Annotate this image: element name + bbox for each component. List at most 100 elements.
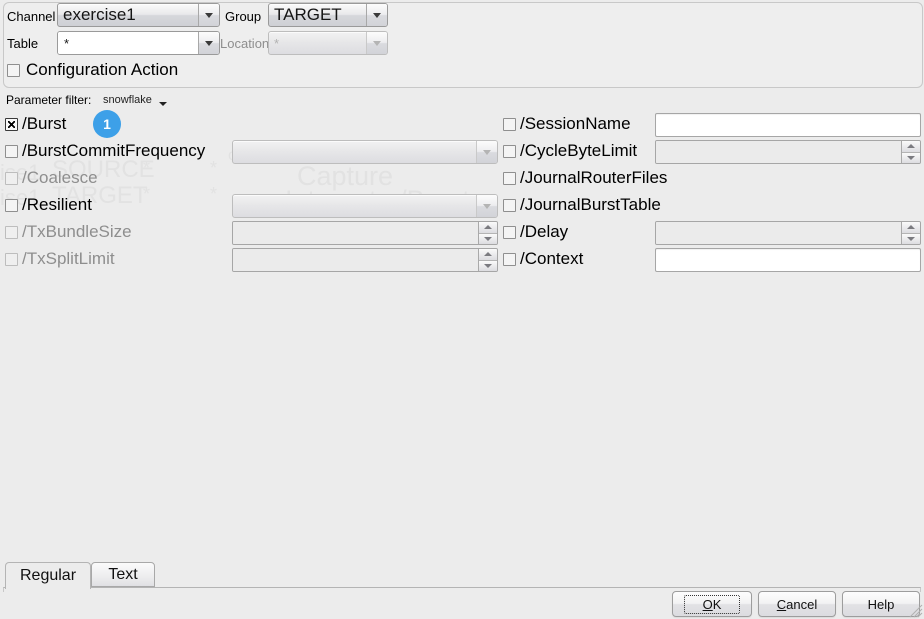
parameter-control <box>655 140 921 164</box>
channel-label: Channel <box>7 9 56 24</box>
parameter-label: /TxBundleSize <box>22 222 132 241</box>
table-combo[interactable]: * <box>57 31 220 55</box>
spinner-up-icon[interactable] <box>479 249 497 260</box>
group-combo[interactable]: TARGET <box>268 3 388 27</box>
parameter-spinner[interactable] <box>655 221 921 245</box>
parameter-text-field[interactable] <box>655 248 921 272</box>
parameter-combo <box>232 140 498 164</box>
spinner-up-icon[interactable] <box>902 141 920 152</box>
parameter-text-field[interactable] <box>655 113 921 137</box>
parameter-spinner-value[interactable] <box>656 222 901 244</box>
parameter-row: /TxBundleSize <box>0 220 498 247</box>
parameter-label: /JournalRouterFiles <box>520 168 668 187</box>
group-label: Group <box>225 9 262 24</box>
spinner-up-icon[interactable] <box>902 222 920 233</box>
parameter-label: /JournalBurstTable <box>520 195 661 214</box>
parameter-row: /JournalRouterFiles <box>498 166 922 193</box>
parameter-row: /Burst <box>0 112 495 139</box>
parameter-spinner[interactable] <box>232 221 498 245</box>
channel-combo[interactable]: exercise1 <box>57 3 220 27</box>
parameter-checkbox[interactable] <box>503 145 516 158</box>
table-combo-value[interactable]: * <box>58 32 198 54</box>
parameter-spinner-buttons[interactable] <box>901 141 920 163</box>
cancel-button[interactable]: Cancel <box>758 591 836 617</box>
tab-text-label: Text <box>108 565 138 583</box>
parameter-control <box>232 221 498 245</box>
location-combo: * <box>268 31 388 55</box>
parameter-label: /BurstCommitFrequency <box>22 141 206 160</box>
chevron-down-icon[interactable] <box>198 32 219 54</box>
parameter-checkbox[interactable] <box>503 199 516 212</box>
help-button-label: Help <box>867 596 895 612</box>
spinner-down-icon[interactable] <box>479 259 497 271</box>
step-badge: 1 <box>93 110 121 138</box>
configuration-action-checkbox[interactable] <box>7 63 20 77</box>
parameter-checkbox <box>5 172 18 185</box>
parameter-row: /TxSplitLimit <box>0 247 498 274</box>
location-label: Location <box>220 36 270 51</box>
ok-button-label: OK <box>683 594 741 614</box>
parameter-combo-value <box>233 195 476 217</box>
parameter-spinner[interactable] <box>655 140 921 164</box>
channel-combo-value: exercise1 <box>63 5 136 24</box>
parameter-combo-value <box>233 141 476 163</box>
parameter-control <box>232 194 498 220</box>
resize-grip-icon[interactable] <box>907 602 923 618</box>
parameter-control <box>655 248 921 272</box>
parameter-spinner-value[interactable] <box>233 249 478 271</box>
parameter-checkbox <box>5 253 18 266</box>
spinner-down-icon[interactable] <box>902 232 920 244</box>
chevron-down-icon[interactable] <box>198 4 219 26</box>
parameter-control <box>232 248 498 272</box>
parameter-label: /Delay <box>520 222 569 241</box>
parameter-row: /Delay <box>498 220 922 247</box>
parameter-checkbox[interactable] <box>5 118 18 131</box>
parameter-label: /TxSplitLimit <box>22 249 115 268</box>
parameter-combo <box>232 194 498 218</box>
step-badge-label: 1 <box>103 116 111 132</box>
parameter-label: /Coalesce <box>22 168 98 187</box>
parameter-control <box>655 113 921 137</box>
parameter-spinner-value[interactable] <box>233 222 478 244</box>
parameter-filter-value[interactable]: snowflake <box>103 94 152 106</box>
chevron-down-icon <box>366 32 387 54</box>
parameter-list-right: /SessionName/CycleByteLimit/JournalRoute… <box>498 112 922 274</box>
cancel-button-label: Cancel <box>776 596 818 612</box>
parameter-checkbox[interactable] <box>503 172 516 185</box>
parameter-checkbox[interactable] <box>503 118 516 131</box>
spinner-down-icon[interactable] <box>479 232 497 244</box>
parameter-spinner-value[interactable] <box>656 141 901 163</box>
parameter-checkbox[interactable] <box>503 253 516 266</box>
parameter-filter-label: Parameter filter: <box>6 93 92 107</box>
chevron-down-icon[interactable] <box>366 4 387 26</box>
parameter-spinner-buttons[interactable] <box>478 249 497 271</box>
parameter-checkbox[interactable] <box>503 226 516 239</box>
parameter-checkbox[interactable] <box>5 199 18 212</box>
spinner-up-icon[interactable] <box>479 222 497 233</box>
parameter-spinner[interactable] <box>232 248 498 272</box>
group-combo-value: TARGET <box>274 5 342 24</box>
parameter-label: /Resilient <box>22 195 92 214</box>
parameter-row: /JournalBurstTable <box>498 193 922 220</box>
chevron-down-small-icon[interactable] <box>159 102 167 106</box>
tab-regular-label: Regular <box>19 567 77 584</box>
render-artifact-layer: ise1SOURCE**ise1TARGET**ActionctionCaptu… <box>0 0 924 619</box>
parameter-checkbox[interactable] <box>5 145 18 158</box>
ok-button[interactable]: OK <box>672 591 752 617</box>
parameter-row: /SessionName <box>498 112 922 139</box>
parameter-label: /Context <box>520 249 584 268</box>
tab-text[interactable]: Text <box>91 562 155 587</box>
location-combo-value: * <box>274 35 280 51</box>
parameter-spinner-buttons[interactable] <box>901 222 920 244</box>
parameter-spinner-buttons[interactable] <box>478 222 497 244</box>
parameter-control <box>232 140 498 166</box>
chevron-down-icon <box>476 141 497 163</box>
table-label: Table <box>7 36 39 51</box>
parameter-label: /SessionName <box>520 114 631 133</box>
parameter-row: /Context <box>498 247 922 274</box>
tab-regular[interactable]: Regular <box>5 562 91 589</box>
spinner-down-icon[interactable] <box>902 151 920 163</box>
configuration-action-checkbox-row[interactable]: Configuration Action <box>7 60 178 80</box>
parameter-label: /Burst <box>22 114 67 133</box>
parameter-checkbox <box>5 226 18 239</box>
